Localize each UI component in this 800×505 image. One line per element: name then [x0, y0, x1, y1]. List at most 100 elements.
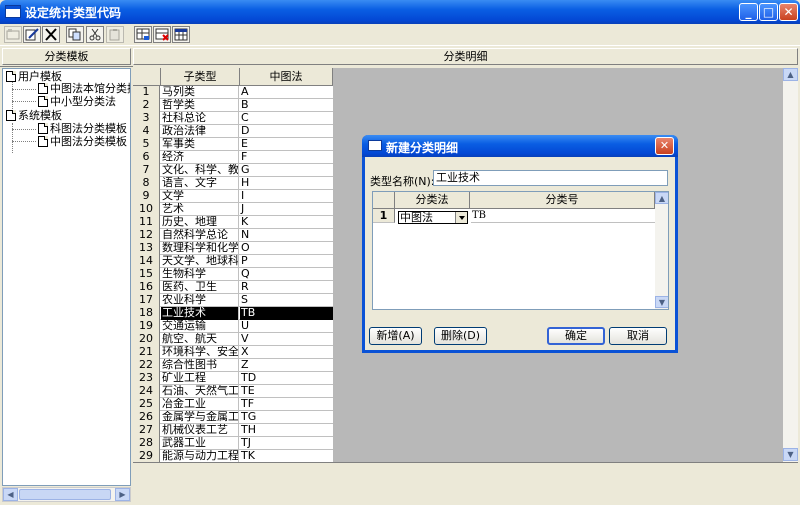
scroll-left-button[interactable]: ◀ [3, 488, 18, 501]
table-row[interactable]: 26金属学与金属工艺TG [133, 411, 333, 424]
paste-button[interactable] [106, 26, 124, 43]
subtype-cell[interactable]: 机械仪表工艺 [161, 424, 239, 437]
code-cell[interactable]: TB [471, 209, 655, 223]
subtype-cell[interactable]: 哲学类 [161, 99, 239, 112]
dialog-scroll-up[interactable]: ▲ [655, 192, 668, 204]
subtype-cell[interactable]: 工业技术 [161, 307, 239, 320]
grid-vertical-scrollbar[interactable]: ▲ ▼ [783, 68, 798, 462]
subtype-cell[interactable]: 武器工业 [161, 437, 239, 450]
clc-code-cell[interactable]: C [240, 112, 333, 125]
clc-code-cell[interactable]: Q [240, 268, 333, 281]
dialog-column-method[interactable]: 分类法 [395, 192, 470, 209]
table-row[interactable]: 27 机械仪表工艺 TH [133, 424, 333, 437]
subtype-cell[interactable]: 自然科学总论 [161, 229, 239, 242]
scroll-thumb[interactable] [19, 489, 111, 500]
subtype-cell[interactable]: 文学 [161, 190, 239, 203]
table-row[interactable]: 20 航空、航天 V [133, 333, 333, 346]
method-combo[interactable]: 中图法 [398, 211, 468, 224]
scroll-up-button[interactable]: ▲ [783, 68, 798, 81]
table-row[interactable]: 9 文学 I [133, 190, 333, 203]
minimize-button[interactable]: _ [739, 3, 758, 21]
template-tree[interactable]: 用户模板 中图法本馆分类摸 中小型分类法 系统模板 科图法分类模板 中图法分类模… [2, 68, 131, 486]
table-row[interactable]: 25 冶金工业 TF [133, 398, 333, 411]
clc-code-cell[interactable]: K [240, 216, 333, 229]
table-row[interactable]: 8 语言、文字 H [133, 177, 333, 190]
table-row[interactable]: 29 能源与动力工程 TK [133, 450, 333, 462]
subtype-cell[interactable]: 农业科学 [161, 294, 239, 307]
maximize-button[interactable]: □ [759, 3, 778, 21]
clc-code-cell[interactable]: TE [240, 385, 333, 398]
table-row[interactable]: 16 医药、卫生 R [133, 281, 333, 294]
clc-code-cell[interactable]: TF [240, 398, 333, 411]
subtype-cell[interactable]: 历史、地理 [161, 216, 239, 229]
tree-node-system-templates[interactable]: 系统模板 [6, 109, 62, 122]
clc-code-cell[interactable]: E [240, 138, 333, 151]
clc-code-cell[interactable]: X [240, 346, 333, 359]
clc-code-cell[interactable]: H [240, 177, 333, 190]
subtype-cell[interactable]: 航空、航天 [161, 333, 239, 346]
subtype-cell[interactable]: 金属学与金属工艺 [161, 411, 239, 424]
type-name-input[interactable]: 工业技术 [433, 170, 668, 186]
tree-node-science-template[interactable]: 科图法分类模板 [38, 122, 127, 135]
table-row[interactable]: 23 矿业工程 TD [133, 372, 333, 385]
table-row[interactable]: 18 工业技术 TB [133, 307, 333, 320]
table-row[interactable]: 14天文学、地球科学P [133, 255, 333, 268]
clc-code-cell[interactable]: TG [240, 411, 333, 424]
table-row[interactable]: 15 生物科学 Q [133, 268, 333, 281]
table-row[interactable]: 24石油、天然气工业TE [133, 385, 333, 398]
tree-horizontal-scrollbar[interactable]: ◀ ▶ [2, 487, 131, 502]
table-row[interactable]: 6 经济 F [133, 151, 333, 164]
subtype-cell[interactable]: 数理科学和化学 [161, 242, 239, 255]
subtype-cell[interactable]: 交通运输 [161, 320, 239, 333]
table-view-button[interactable] [172, 26, 190, 43]
table-row[interactable]: 7文化、科学、教育G [133, 164, 333, 177]
table-row[interactable]: 1 马列类 A [133, 86, 333, 99]
subtype-cell[interactable]: 能源与动力工程 [161, 450, 239, 462]
scroll-right-button[interactable]: ▶ [115, 488, 130, 501]
table-row[interactable]: 4 政治法律 D [133, 125, 333, 138]
subtype-cell[interactable]: 矿业工程 [161, 372, 239, 385]
clc-code-cell[interactable]: G [240, 164, 333, 177]
table-row[interactable]: 10 艺术 J [133, 203, 333, 216]
subtype-cell[interactable]: 石油、天然气工业 [161, 385, 239, 398]
table-row[interactable]: 12 自然科学总论 N [133, 229, 333, 242]
clc-code-cell[interactable]: Z [240, 359, 333, 372]
subtype-cell[interactable]: 冶金工业 [161, 398, 239, 411]
table-row[interactable]: 2 哲学类 B [133, 99, 333, 112]
subtype-cell[interactable]: 军事类 [161, 138, 239, 151]
dialog-column-code[interactable]: 分类号 [470, 192, 655, 209]
subtype-cell[interactable]: 医药、卫生 [161, 281, 239, 294]
subtype-cell[interactable]: 文化、科学、教育 [161, 164, 239, 177]
copy-button[interactable] [66, 26, 84, 43]
clc-code-cell[interactable]: TH [240, 424, 333, 437]
delete-button[interactable] [42, 26, 60, 43]
clc-code-cell[interactable]: TK [240, 450, 333, 462]
dialog-grid-scrollbar[interactable]: ▲ ▼ [655, 192, 668, 309]
clc-code-cell[interactable]: O [240, 242, 333, 255]
dialog-scroll-down[interactable]: ▼ [655, 296, 668, 308]
clc-code-cell[interactable]: U [240, 320, 333, 333]
subtype-cell[interactable]: 生物科学 [161, 268, 239, 281]
clc-code-cell[interactable]: V [240, 333, 333, 346]
dialog-close-button[interactable]: ✕ [655, 137, 674, 155]
subtype-cell[interactable]: 艺术 [161, 203, 239, 216]
clc-code-cell[interactable]: TJ [240, 437, 333, 450]
clc-code-cell[interactable]: A [240, 86, 333, 99]
column-header-clc[interactable]: 中图法 [240, 68, 333, 86]
subtype-cell[interactable]: 语言、文字 [161, 177, 239, 190]
clc-code-cell[interactable]: P [240, 255, 333, 268]
tree-node-clc-library[interactable]: 中图法本馆分类摸 [38, 82, 130, 95]
clc-code-cell[interactable]: S [240, 294, 333, 307]
subtype-cell[interactable]: 政治法律 [161, 125, 239, 138]
table-row[interactable]: 22 综合性图书 Z [133, 359, 333, 372]
clc-code-cell[interactable]: I [240, 190, 333, 203]
dialog-grid[interactable]: 分类法 分类号 1 中图法 TB ▲ ▼ [372, 191, 669, 310]
table-row[interactable]: 21环境科学、安全科X [133, 346, 333, 359]
clc-code-cell[interactable]: D [240, 125, 333, 138]
grid-add-button[interactable] [134, 26, 152, 43]
subtype-cell[interactable]: 经济 [161, 151, 239, 164]
clc-code-cell[interactable]: R [240, 281, 333, 294]
cut-button[interactable] [86, 26, 104, 43]
grid-delete-button[interactable] [153, 26, 171, 43]
table-row[interactable]: 17 农业科学 S [133, 294, 333, 307]
